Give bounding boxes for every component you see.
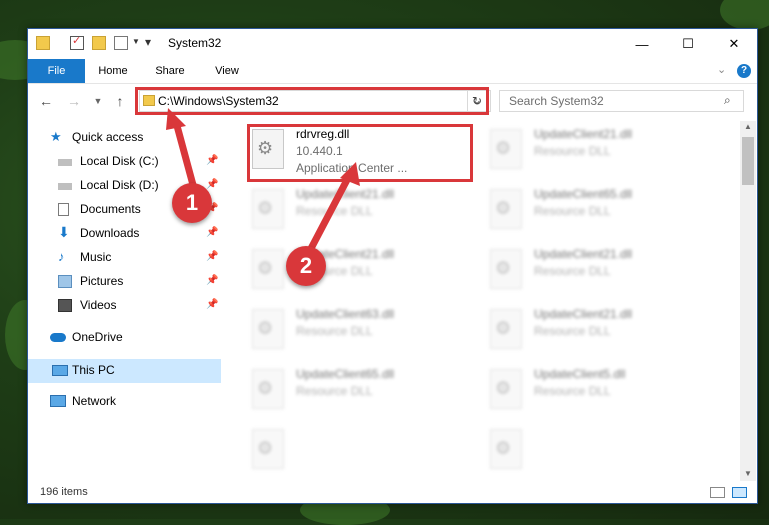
callout-2: 2 [286, 246, 326, 286]
annotation-arrows [166, 108, 360, 262]
callout-1: 1 [172, 183, 212, 223]
arrow-1-head [166, 108, 186, 130]
